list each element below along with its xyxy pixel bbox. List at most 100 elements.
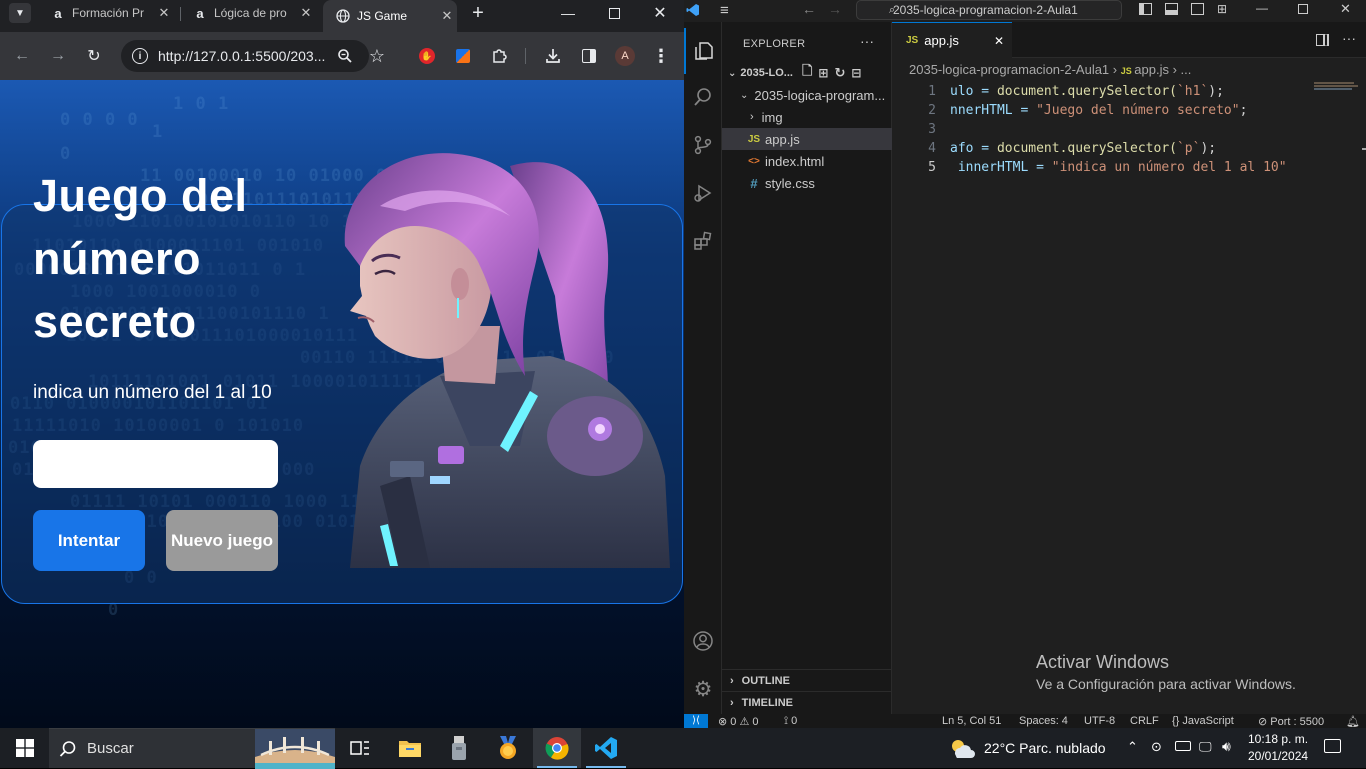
extension-colorpicker[interactable] <box>451 44 475 68</box>
code-line[interactable]: afo = document.querySelector(`p`); <box>950 141 1216 156</box>
new-file-icon[interactable]: 🗋 <box>802 62 812 84</box>
tree-item-index-html[interactable]: <> index.html <box>722 150 892 172</box>
run-debug-icon[interactable] <box>684 170 722 216</box>
breadcrumb-folder[interactable]: 2035-logica-programacion-2-Aula1 <box>909 62 1109 77</box>
language-mode[interactable]: {} JavaScript <box>1172 715 1234 727</box>
tree-item-style-css[interactable]: # style.css <box>722 172 892 194</box>
toggle-sidebar-icon[interactable] <box>1139 3 1152 15</box>
source-control-icon[interactable] <box>684 122 722 168</box>
remote-indicator[interactable]: ⟩⟨ <box>684 714 708 728</box>
reload-button[interactable]: ↻ <box>82 44 106 68</box>
workspace-root[interactable]: ⌄ 2035-LO... 🗋 ⊞ ↻ ⊟ <box>722 62 892 84</box>
toggle-secondary-sidebar-icon[interactable] <box>1191 3 1204 15</box>
tab-js-game[interactable]: JS Game ✕ <box>323 0 457 32</box>
project-folder[interactable]: ⌄ 2035-logica-program... <box>722 84 892 106</box>
minimap[interactable] <box>1314 82 1360 94</box>
new-game-button[interactable]: Nuevo juego <box>166 510 278 571</box>
taskbar-search[interactable]: Buscar <box>49 728 335 769</box>
minimize-button[interactable]: ― <box>545 0 591 26</box>
show-hidden-icons[interactable]: ⌃ <box>1127 739 1138 755</box>
menu-button[interactable]: ⋮ <box>649 44 673 68</box>
code-line[interactable]: nnerHTML = "Juego del número secreto"; <box>950 103 1247 118</box>
explorer-more-icon[interactable]: ··· <box>860 33 874 49</box>
tab-logica[interactable]: a Lógica de pro ✕ <box>180 0 316 26</box>
close-icon[interactable]: ✕ <box>994 34 1004 48</box>
heroine-illustration <box>344 153 670 568</box>
tab-search-button[interactable]: ▼ <box>9 3 31 23</box>
customize-layout-icon[interactable]: ⊞ <box>1217 2 1227 16</box>
toggle-panel-icon[interactable] <box>1165 3 1178 15</box>
command-center-search[interactable]: ⌕ 2035-logica-programacion-2-Aula1 <box>856 0 1122 20</box>
guess-input[interactable] <box>33 440 278 488</box>
task-view-button[interactable] <box>336 728 384 768</box>
tab-formacion[interactable]: a Formación Pr ✕ <box>38 0 174 26</box>
settings-gear-icon[interactable]: ⚙ <box>684 666 722 712</box>
split-editor-icon[interactable] <box>1316 34 1329 46</box>
webcam-icon[interactable]: ⊙ <box>1151 739 1162 755</box>
network-icon[interactable]: 🖵︎ <box>1199 739 1212 755</box>
back-arrow-icon[interactable]: ← <box>802 1 816 17</box>
accounts-icon[interactable] <box>684 618 722 664</box>
encoding[interactable]: UTF-8 <box>1084 715 1115 727</box>
code-line[interactable]: innerHTML = "indica un número del 1 al 1… <box>950 160 1287 175</box>
extensions-icon[interactable] <box>684 218 722 264</box>
refresh-icon[interactable]: ↻ <box>834 65 845 81</box>
close-icon[interactable]: ✕ <box>154 5 174 21</box>
ports-indicator[interactable]: ⟟ 0 <box>784 715 797 728</box>
bookmark-button[interactable]: ☆ <box>365 44 389 68</box>
close-window-button[interactable]: ✕ <box>637 0 683 26</box>
vscode-app[interactable] <box>582 728 630 768</box>
address-bar[interactable]: i http://127.0.0.1:5500/203... <box>121 40 369 72</box>
close-icon[interactable]: ✕ <box>296 5 316 21</box>
code-line[interactable]: ulo = document.querySelector(`h1`); <box>950 84 1224 99</box>
close-icon[interactable]: ✕ <box>1340 1 1351 17</box>
maximize-icon[interactable] <box>1298 4 1308 14</box>
close-icon[interactable]: ✕ <box>437 8 457 24</box>
cursor-position[interactable]: Ln 5, Col 51 <box>942 715 1001 727</box>
notification-center-icon[interactable] <box>1324 739 1341 753</box>
search-icon[interactable] <box>684 74 722 120</box>
tree-item-img[interactable]: › img <box>722 106 892 128</box>
clock[interactable]: 10:18 p. m. 20/01/2024 <box>1248 731 1308 765</box>
notifications-icon[interactable]: 🔔︎ <box>1346 715 1360 728</box>
hamburger-menu-icon[interactable]: ≡ <box>720 2 729 19</box>
tree-item-app-js[interactable]: JS app.js <box>722 128 892 150</box>
outline-label: OUTLINE <box>741 675 790 687</box>
new-folder-icon[interactable]: ⊞ <box>818 66 828 80</box>
minimize-icon[interactable]: ― <box>1256 1 1268 15</box>
zoom-button[interactable] <box>333 44 357 68</box>
weather-widget[interactable]: 22°C Parc. nublado <box>948 728 1106 768</box>
windows-logo-icon <box>15 739 34 757</box>
timeline-section[interactable]: › TIMELINE <box>722 692 892 714</box>
problems-indicator[interactable]: ⊗ 0 ⚠ 0 <box>718 715 758 728</box>
breadcrumb-file[interactable]: app.js <box>1134 62 1169 77</box>
live-server-port[interactable]: ⊘ Port : 5500 <box>1258 715 1324 728</box>
file-explorer-app[interactable] <box>386 728 434 768</box>
medal-app[interactable] <box>484 728 532 768</box>
start-button[interactable] <box>0 728 49 768</box>
outline-section[interactable]: › OUTLINE <box>722 670 892 692</box>
forward-button[interactable]: → <box>46 44 70 68</box>
chrome-app[interactable] <box>533 728 581 768</box>
profile-button[interactable]: A <box>613 44 637 68</box>
collapse-all-icon[interactable]: ⊟ <box>851 66 861 80</box>
maximize-button[interactable] <box>591 0 637 26</box>
side-panel-button[interactable] <box>577 44 601 68</box>
line-ending[interactable]: CRLF <box>1130 715 1159 727</box>
usb-app[interactable] <box>435 728 483 768</box>
explorer-icon[interactable] <box>684 28 722 74</box>
downloads-button[interactable] <box>541 44 565 68</box>
volume-icon[interactable]: 🔊︎ <box>1222 738 1231 755</box>
editor-tab-app-js[interactable]: JS app.js ✕ <box>892 22 1012 58</box>
extensions-button[interactable] <box>487 44 511 68</box>
info-icon[interactable]: i <box>132 48 148 64</box>
indentation[interactable]: Spaces: 4 <box>1019 715 1068 727</box>
new-tab-button[interactable]: + <box>466 2 490 24</box>
try-button[interactable]: Intentar <box>33 510 145 571</box>
editor-more-icon[interactable]: ··· <box>1342 30 1356 46</box>
battery-icon[interactable] <box>1175 741 1191 751</box>
breadcrumb-more[interactable]: ... <box>1181 62 1192 77</box>
forward-arrow-icon[interactable]: → <box>828 1 842 17</box>
extension-adblock[interactable]: ✋ <box>415 44 439 68</box>
back-button[interactable]: ← <box>10 44 34 68</box>
